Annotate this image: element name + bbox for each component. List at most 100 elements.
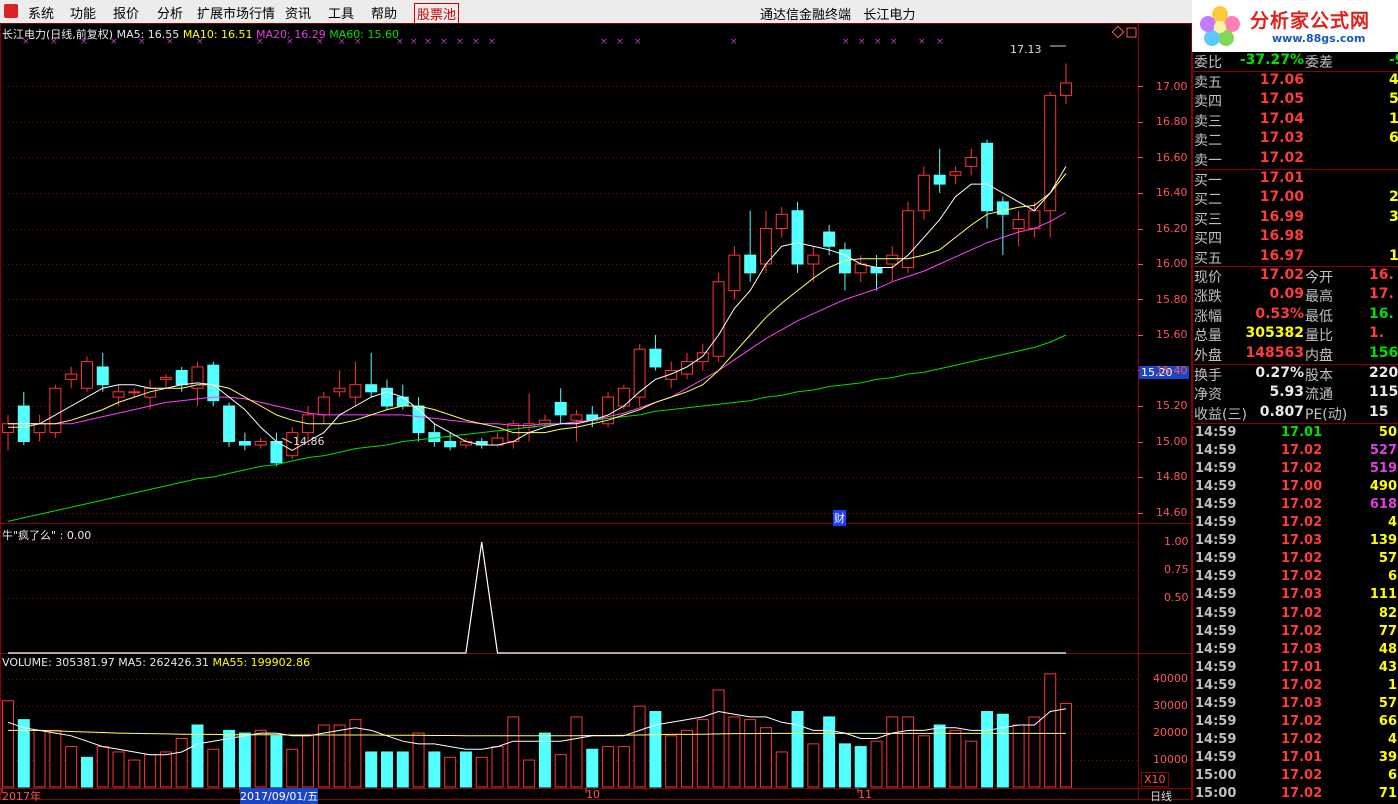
- tick-row[interactable]: 14:59 17.02 4: [1193, 515, 1398, 533]
- volume-tick-label: 30000: [1153, 699, 1188, 713]
- candle-up: [712, 281, 725, 357]
- fundamental-value-2: 115: [1369, 384, 1398, 401]
- ask-row[interactable]: 卖三 17.04 1: [1193, 111, 1398, 130]
- tick-row[interactable]: 14:59 17.02 57: [1193, 551, 1398, 569]
- menu-info[interactable]: 资讯: [285, 3, 311, 22]
- volume-bar-down: [238, 732, 251, 788]
- bid-row[interactable]: 买四 16.98: [1193, 228, 1398, 247]
- bid-row[interactable]: 买二 17.00 2: [1193, 189, 1398, 208]
- bid-row[interactable]: 买五 16.97 1: [1193, 248, 1398, 267]
- menu-stock-pool[interactable]: 股票池: [414, 3, 460, 24]
- menu-system[interactable]: 系统: [28, 3, 54, 22]
- tick-time: 14:59: [1195, 443, 1237, 459]
- volume-bar-down: [981, 711, 994, 788]
- menu-tools[interactable]: 工具: [328, 3, 354, 22]
- date-label-oct: 10: [586, 788, 600, 801]
- fundamental-value: 0.807: [1259, 403, 1304, 420]
- tick-volume: 50: [1378, 425, 1397, 440]
- chart-area[interactable]: × × × × × × × × × × × × × × × × × × × × × × × × × × × × ×: [0, 23, 1192, 800]
- fundamental-row: 换手 0.27% 股本 220: [1193, 365, 1398, 384]
- tick-row[interactable]: 14:59 17.02 66: [1193, 714, 1398, 732]
- ask-row[interactable]: 卖四 17.05 5: [1193, 91, 1398, 110]
- bid-row[interactable]: 买三 16.99 3: [1193, 209, 1398, 228]
- volume-bar-up: [728, 716, 741, 788]
- weicha-value: -9: [1389, 52, 1398, 68]
- volume-bar-up: [570, 716, 583, 788]
- tick-row[interactable]: 14:59 17.02 618: [1193, 497, 1398, 515]
- app-logo-icon[interactable]: [4, 4, 18, 18]
- bid-label: 买五: [1194, 250, 1222, 267]
- indicator-legend: 牛"疯了么" : 0.00: [2, 529, 92, 542]
- tick-price: 17.02: [1281, 497, 1323, 513]
- tick-row[interactable]: 14:59 17.03 111: [1193, 587, 1398, 605]
- tick-row[interactable]: 14:59 17.02 82: [1193, 606, 1398, 624]
- period-label[interactable]: 日线: [1150, 788, 1172, 804]
- tick-row[interactable]: 14:59 17.01 50: [1193, 425, 1398, 443]
- bid-label: 买二: [1194, 192, 1222, 209]
- tick-row[interactable]: 15:00 17.02 71: [1193, 786, 1398, 804]
- tick-row[interactable]: 14:59 17.02 527: [1193, 443, 1398, 461]
- volume-bar-up: [33, 729, 46, 788]
- candle-down: [981, 142, 994, 212]
- tick-row[interactable]: 14:59 17.03 57: [1193, 696, 1398, 714]
- ask-price: 17.03: [1259, 130, 1304, 147]
- finance-marker[interactable]: 财: [833, 510, 846, 526]
- volume-bar-down: [933, 724, 946, 788]
- candle-down: [270, 441, 283, 464]
- candle-down: [175, 370, 188, 386]
- ask-row[interactable]: 卖二 17.03 6: [1193, 130, 1398, 149]
- fundamental-label-2: 股本: [1305, 368, 1333, 384]
- legend-volume: VOLUME: 305381.97: [2, 656, 115, 669]
- fundamental-label: 净资: [1194, 387, 1222, 404]
- volume-bar-up: [475, 756, 488, 788]
- tick-row[interactable]: 14:59 17.03 48: [1193, 642, 1398, 660]
- indicator-tick-label: 0.75: [1164, 562, 1189, 576]
- tick-time: 14:59: [1195, 677, 1237, 693]
- legend-vol-ma55: MA55: 199902.86: [212, 656, 311, 669]
- tick-row[interactable]: 14:59 17.02 519: [1193, 461, 1398, 479]
- candle-up: [1012, 219, 1025, 229]
- tick-row[interactable]: 14:59 17.03 139: [1193, 533, 1398, 551]
- tick-row[interactable]: 14:59 17.01 39: [1193, 750, 1398, 768]
- volume-legend: VOLUME: 305381.97 MA5: 262426.31 MA55: 1…: [2, 656, 310, 669]
- candle-up: [617, 387, 630, 407]
- volume-bar-up: [681, 729, 694, 788]
- tick-row[interactable]: 14:59 17.01 43: [1193, 660, 1398, 678]
- menu-function[interactable]: 功能: [70, 3, 96, 22]
- zoom-label[interactable]: X10: [1141, 772, 1169, 787]
- volume-bar-up: [412, 732, 425, 788]
- brand-url[interactable]: www.88gs.com: [1272, 32, 1365, 45]
- tick-row[interactable]: 14:59 17.02 77: [1193, 624, 1398, 642]
- tick-row[interactable]: 14:59 17.00 490: [1193, 479, 1398, 497]
- tick-volume: 490: [1369, 479, 1397, 495]
- tick-price: 17.01: [1281, 659, 1323, 675]
- stat-value-2: 16.: [1369, 267, 1394, 283]
- fundamental-value: 0.27%: [1255, 365, 1304, 381]
- menu-help[interactable]: 帮助: [371, 3, 397, 22]
- tick-row[interactable]: 14:59 17.02 1: [1193, 678, 1398, 696]
- bid-row[interactable]: 买一 17.01: [1193, 170, 1398, 189]
- tick-row[interactable]: 15:00 17.02 6: [1193, 768, 1398, 786]
- weibi-row: 委比 -37.27% 委差 -9: [1193, 52, 1398, 71]
- ask-row[interactable]: 卖五 17.06 4: [1193, 72, 1398, 91]
- menu-extended-market[interactable]: 扩展市场行情: [197, 3, 275, 22]
- fundamental-value-2: 15: [1369, 403, 1389, 420]
- menu-analysis[interactable]: 分析: [157, 3, 183, 22]
- tick-row[interactable]: 14:59 17.02 6: [1193, 569, 1398, 587]
- volume-bar-down: [838, 743, 851, 788]
- menu-quote[interactable]: 报价: [113, 3, 139, 22]
- ma60-line: [7, 334, 1067, 522]
- volume-bar-up: [965, 740, 978, 788]
- brand-banner: 分析家公式网 www.88gs.com: [1192, 0, 1398, 52]
- ask-volume: 4: [1389, 72, 1398, 88]
- tick-time: 14:59: [1195, 605, 1237, 621]
- tick-row[interactable]: 14:59 17.02 4: [1193, 732, 1398, 750]
- signal-marker: ×: [858, 37, 866, 47]
- volume-bar-down: [996, 713, 1009, 788]
- volume-tick-label: 40000: [1153, 672, 1188, 686]
- candle-up: [759, 228, 772, 265]
- tick-time: 14:59: [1195, 497, 1237, 513]
- stat-row: 涨跌 0.09 最高 17.: [1193, 286, 1398, 305]
- ask-row[interactable]: 卖一 17.02: [1193, 150, 1398, 169]
- legend-ma5: MA5: 16.55: [116, 28, 180, 41]
